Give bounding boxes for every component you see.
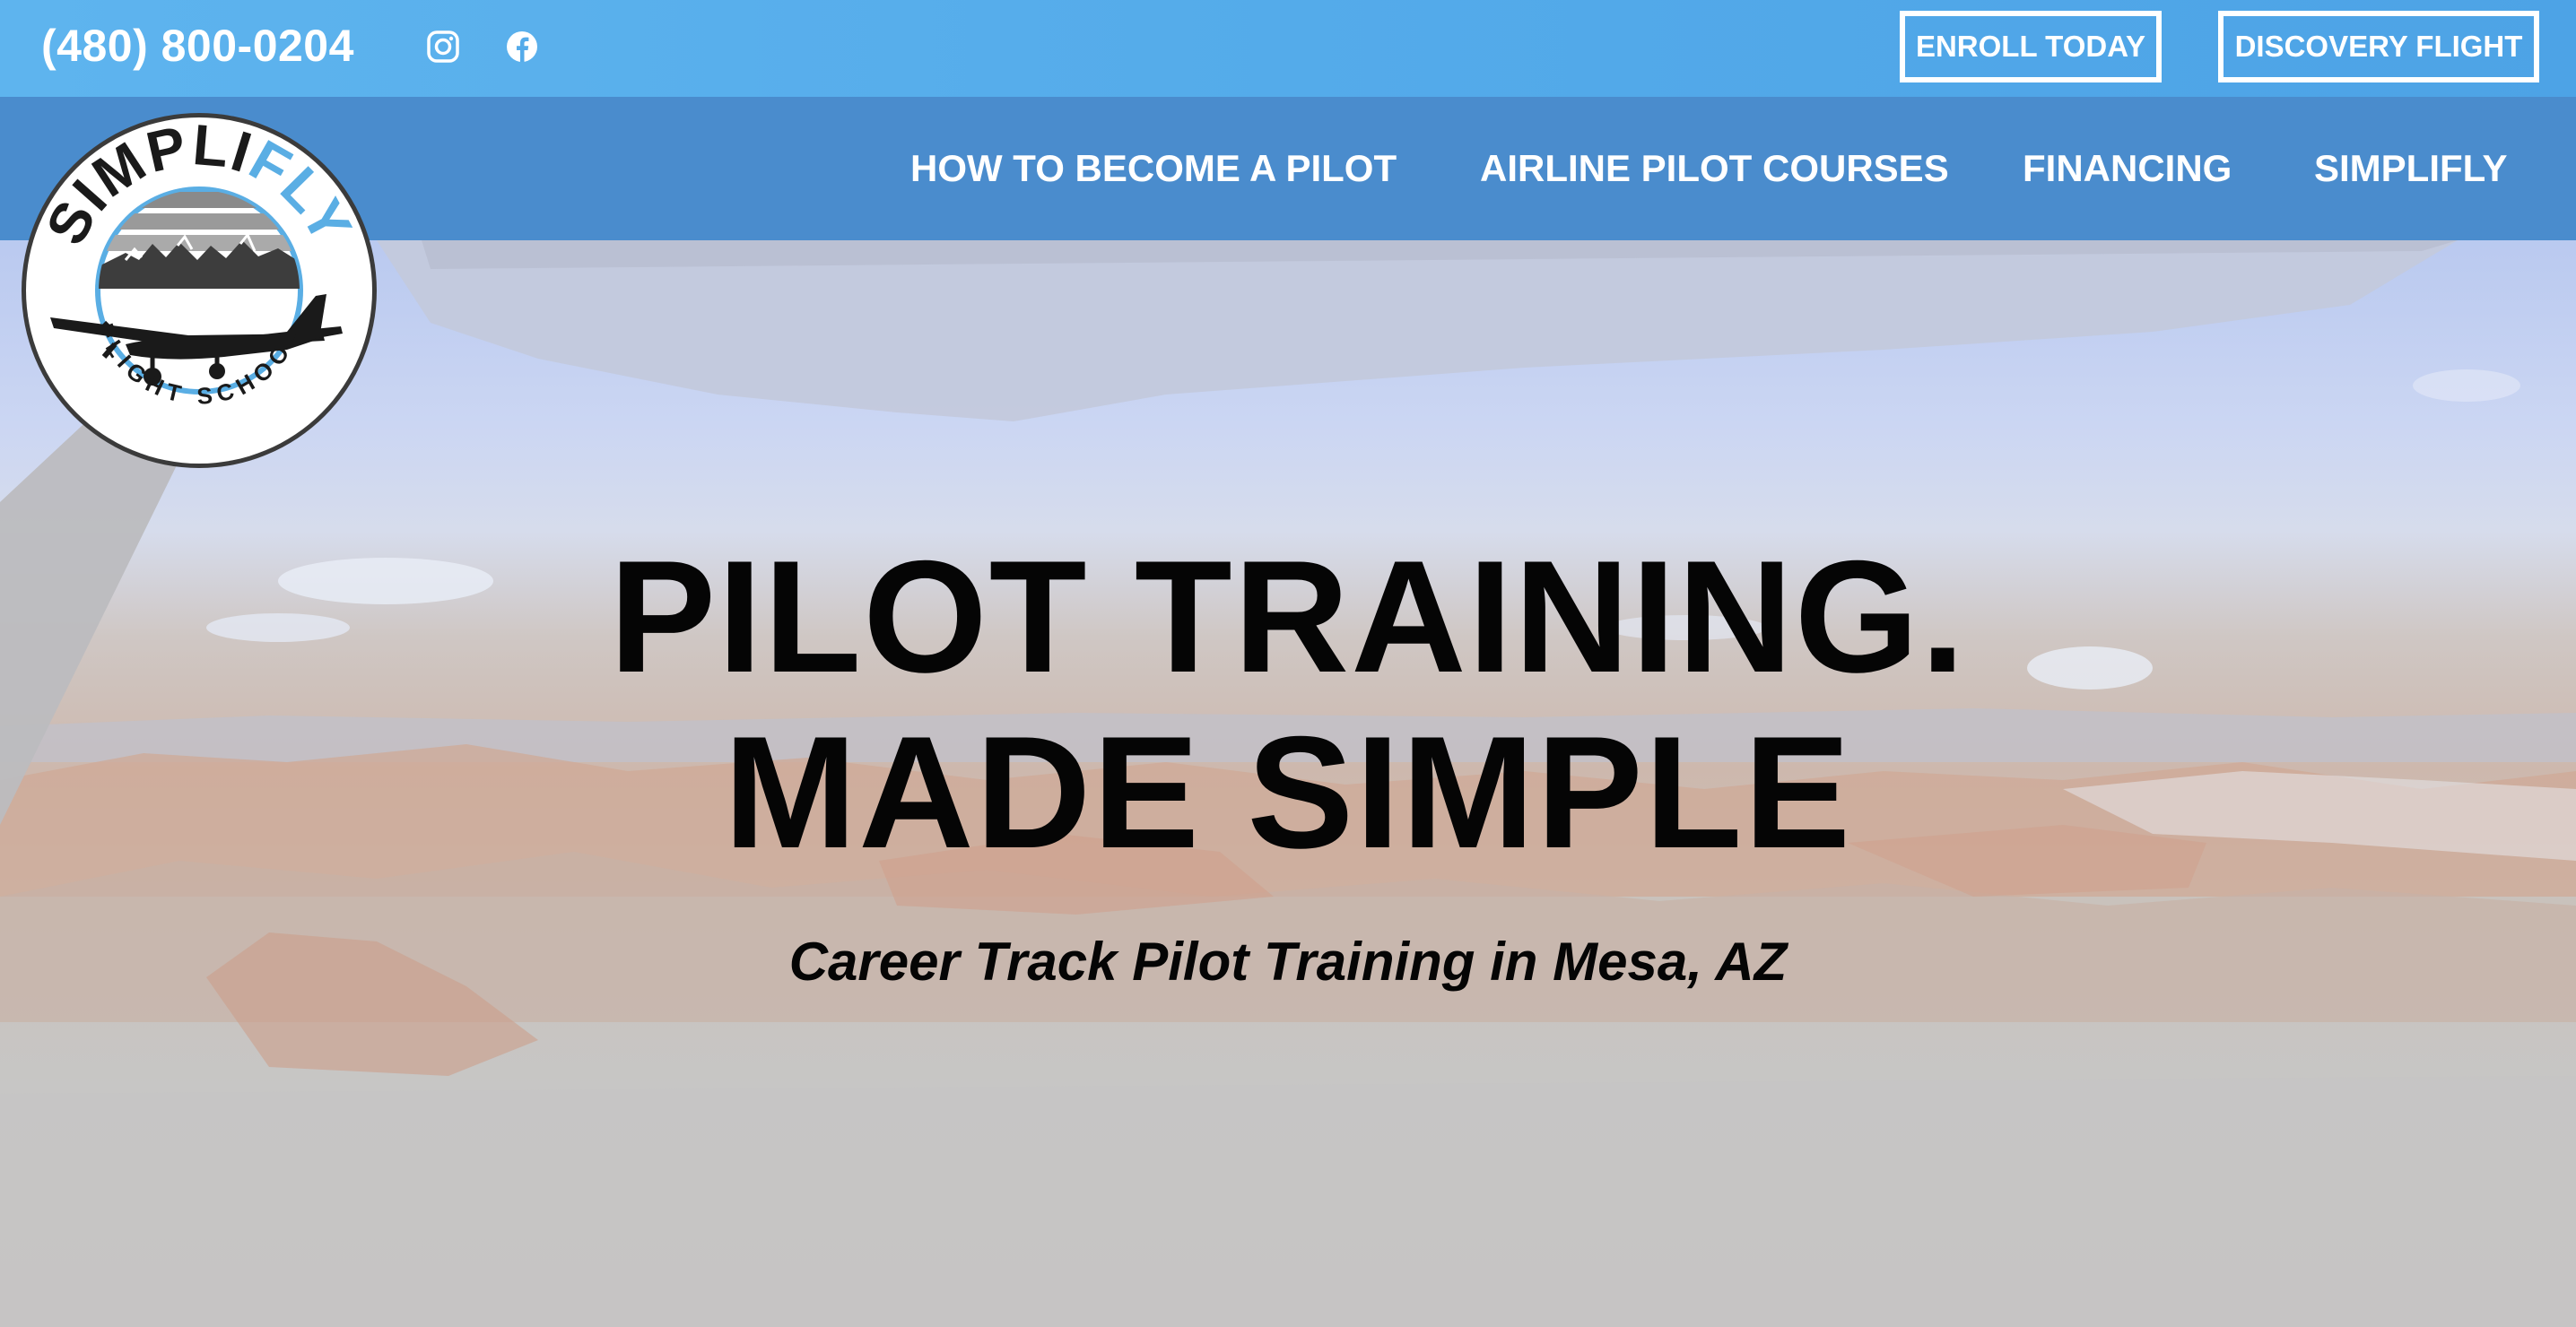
hero-headline-line-1: PILOT TRAINING. — [609, 527, 1967, 706]
nav-item-how-to-become-a-pilot[interactable]: HOW TO BECOME A PILOT — [910, 147, 1397, 190]
phone-number-link[interactable]: (480) 800-0204 — [41, 20, 354, 72]
facebook-icon[interactable] — [502, 27, 542, 66]
nav-item-financing[interactable]: FINANCING — [2023, 147, 2232, 190]
page: (480) 800-0204 ENROLL TODAY DISCOVERY FL… — [0, 0, 2576, 1327]
hero-headline-line-2: MADE SIMPLE — [723, 703, 1853, 881]
main-navigation: HOW TO BECOME A PILOT AIRLINE PILOT COUR… — [0, 97, 2576, 240]
simplifly-logo[interactable]: SIMPLIFLY FLIGHT SCHOOL — [18, 109, 380, 472]
hero-subheadline: Career Track Pilot Training in Mesa, AZ — [788, 932, 1788, 992]
top-contact-bar: (480) 800-0204 ENROLL TODAY DISCOVERY FL… — [0, 0, 2576, 97]
instagram-icon[interactable] — [423, 27, 463, 66]
enroll-today-button[interactable]: ENROLL TODAY — [1900, 11, 2162, 82]
discovery-flight-button[interactable]: DISCOVERY FLIGHT — [2218, 11, 2539, 82]
nav-item-airline-pilot-courses[interactable]: AIRLINE PILOT COURSES — [1480, 147, 1949, 190]
nav-item-simplifly[interactable]: SIMPLIFLY — [2314, 147, 2507, 190]
hero-headline: PILOT TRAINING. MADE SIMPLE — [0, 529, 2576, 880]
